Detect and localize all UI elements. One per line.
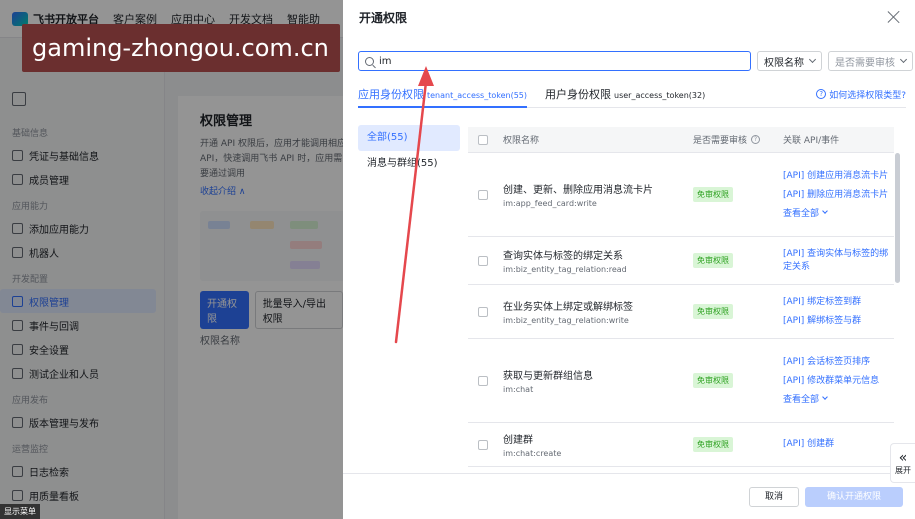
tab-sublabel: tenant_access_token(55)	[427, 91, 527, 100]
permission-scope: im:chat	[503, 385, 534, 394]
permission-name: 在业务实体上绑定或解绑标签	[503, 302, 633, 313]
view-all-link[interactable]: 查看全部	[783, 206, 894, 219]
tab-label: 用户身份权限	[545, 88, 611, 101]
view-all-link[interactable]: 查看全部	[783, 392, 894, 405]
expand-panel-button[interactable]: « 展开	[890, 443, 915, 483]
api-link[interactable]: [API] 绑定标签到群	[783, 296, 894, 309]
view-all-label: 查看全部	[783, 395, 820, 405]
permission-cell: 在业务实体上绑定或解绑标签 im:biz_entity_tag_relation:…	[503, 298, 693, 325]
table-header: 权限名称 是否需要审核 ? 关联 API/事件	[468, 127, 894, 153]
api-link[interactable]: [API] 会话标签页排序	[783, 356, 894, 369]
category-list: 全部(55) 消息与群组(55)	[358, 125, 460, 177]
header-review: 是否需要审核 ?	[693, 133, 783, 146]
permission-type-help-link[interactable]: ? 如何选择权限类型?	[816, 86, 906, 102]
header-api: 关联 API/事件	[783, 136, 840, 146]
tab-label: 应用身份权限	[358, 88, 424, 101]
grant-permission-modal: 开通权限 权限名称 是否需要审核 应用身份权限 tenant_access_to…	[343, 0, 915, 519]
show-menu-label[interactable]: 显示菜单	[0, 504, 40, 519]
chevron-down-icon	[899, 55, 908, 64]
permission-cell: 查询实体与标签的绑定关系 im:biz_entity_tag_relation:r…	[503, 247, 693, 274]
api-link[interactable]: [API] 修改群菜单元信息	[783, 375, 894, 388]
modal-title: 开通权限	[359, 10, 408, 25]
row-checkbox[interactable]	[478, 306, 488, 317]
chevron-down-icon	[822, 394, 828, 400]
api-cell: [API] 创建群	[783, 434, 894, 455]
modal-footer: 取消 确认开通权限	[343, 473, 915, 519]
row-checkbox[interactable]	[478, 439, 488, 450]
api-link[interactable]: [API] 解绑标签与群	[783, 315, 894, 328]
permission-cell: 获取与更新群组信息 im:chat	[503, 367, 693, 394]
status-badge: 免审权限	[693, 437, 733, 452]
api-cell: [API] 创建应用消息流卡片 [API] 删除应用消息流卡片 查看全部	[783, 166, 894, 223]
permission-scope: im:biz_entity_tag_relation:read	[503, 265, 627, 274]
row-checkbox[interactable]	[478, 189, 488, 200]
table-row[interactable]: 创建、更新、删除应用消息流卡片 im:app_feed_card:write 免审权…	[468, 153, 894, 237]
category-messages-groups[interactable]: 消息与群组(55)	[358, 151, 460, 177]
table-row[interactable]: 查询实体与标签的绑定关系 im:biz_entity_tag_relation:r…	[468, 237, 894, 285]
api-link[interactable]: [API] 删除应用消息流卡片	[783, 189, 894, 202]
category-all[interactable]: 全部(55)	[358, 125, 460, 151]
status-badge: 免审权限	[693, 187, 733, 202]
select-all-checkbox[interactable]	[478, 134, 488, 145]
double-chevron-left-icon: «	[898, 449, 908, 466]
permission-cell: 创建群 im:chat:create	[503, 431, 693, 458]
search-icon	[365, 56, 374, 66]
header-review-label: 是否需要审核	[693, 136, 748, 146]
help-icon: ?	[816, 89, 827, 99]
table-row[interactable]: 创建群 im:chat:create 免审权限 [API] 创建群	[468, 423, 894, 467]
help-link-label: 如何选择权限类型?	[829, 90, 906, 101]
close-icon[interactable]	[887, 10, 901, 24]
table-row[interactable]: 在业务实体上绑定或解绑标签 im:biz_entity_tag_relation:…	[468, 285, 894, 339]
status-badge: 免审权限	[693, 373, 733, 388]
chevron-down-icon	[822, 208, 828, 214]
header-name: 权限名称	[503, 136, 540, 146]
filter-review-select[interactable]: 是否需要审核	[828, 51, 913, 71]
permission-scope: im:chat:create	[503, 449, 562, 458]
modal-header: 开通权限	[343, 0, 915, 34]
filter-name-select[interactable]: 权限名称	[757, 51, 822, 71]
identity-tabs: 应用身份权限 tenant_access_token(55) 用户身份权限 us…	[358, 86, 906, 108]
row-checkbox[interactable]	[478, 375, 488, 386]
expand-label: 展开	[895, 465, 911, 475]
status-badge: 免审权限	[693, 304, 733, 319]
search-field[interactable]	[358, 51, 751, 71]
filter-name-label: 权限名称	[764, 57, 804, 69]
permission-name: 获取与更新群组信息	[503, 371, 593, 382]
search-input[interactable]	[379, 55, 729, 67]
api-link[interactable]: [API] 创建群	[783, 438, 894, 451]
row-checkbox[interactable]	[478, 255, 488, 266]
tab-user-token[interactable]: 用户身份权限 user_access_token(32)	[545, 86, 705, 108]
api-cell: [API] 绑定标签到群 [API] 解绑标签与群	[783, 292, 894, 332]
filter-review-label: 是否需要审核	[835, 57, 895, 69]
search-row: 权限名称 是否需要审核	[358, 51, 913, 71]
permission-name: 查询实体与标签的绑定关系	[503, 251, 623, 262]
view-all-label: 查看全部	[783, 209, 820, 219]
permission-name: 创建群	[503, 435, 533, 446]
cancel-button[interactable]: 取消	[749, 486, 799, 507]
question-icon[interactable]: ?	[751, 135, 761, 144]
permission-cell: 创建、更新、删除应用消息流卡片 im:app_feed_card:write	[503, 181, 693, 208]
modal-mask[interactable]	[0, 0, 343, 519]
table-row[interactable]: 获取与更新群组信息 im:chat 免审权限 [API] 会话标签页排序 [API] 修…	[468, 339, 894, 423]
watermark-banner: gaming-zhongou.com.cn	[22, 24, 340, 72]
api-cell: [API] 查询实体与标签的绑定关系	[783, 244, 894, 278]
api-link[interactable]: [API] 创建应用消息流卡片	[783, 170, 894, 183]
api-link[interactable]: [API] 查询实体与标签的绑定关系	[783, 248, 894, 274]
tab-sublabel: user_access_token(32)	[614, 91, 706, 100]
permission-scope: im:app_feed_card:write	[503, 199, 597, 208]
table-scrollbar[interactable]	[895, 153, 900, 283]
permission-table: 权限名称 是否需要审核 ? 关联 API/事件 创建、更新、删除应用消息流卡片 i…	[468, 127, 894, 467]
permission-scope: im:biz_entity_tag_relation:write	[503, 316, 629, 325]
chevron-down-icon	[808, 55, 817, 64]
api-cell: [API] 会话标签页排序 [API] 修改群菜单元信息 查看全部	[783, 352, 894, 409]
status-badge: 免审权限	[693, 253, 733, 268]
permission-name: 创建、更新、删除应用消息流卡片	[503, 185, 653, 196]
tab-tenant-token[interactable]: 应用身份权限 tenant_access_token(55)	[358, 86, 527, 108]
confirm-grant-button[interactable]: 确认开通权限	[805, 486, 903, 507]
